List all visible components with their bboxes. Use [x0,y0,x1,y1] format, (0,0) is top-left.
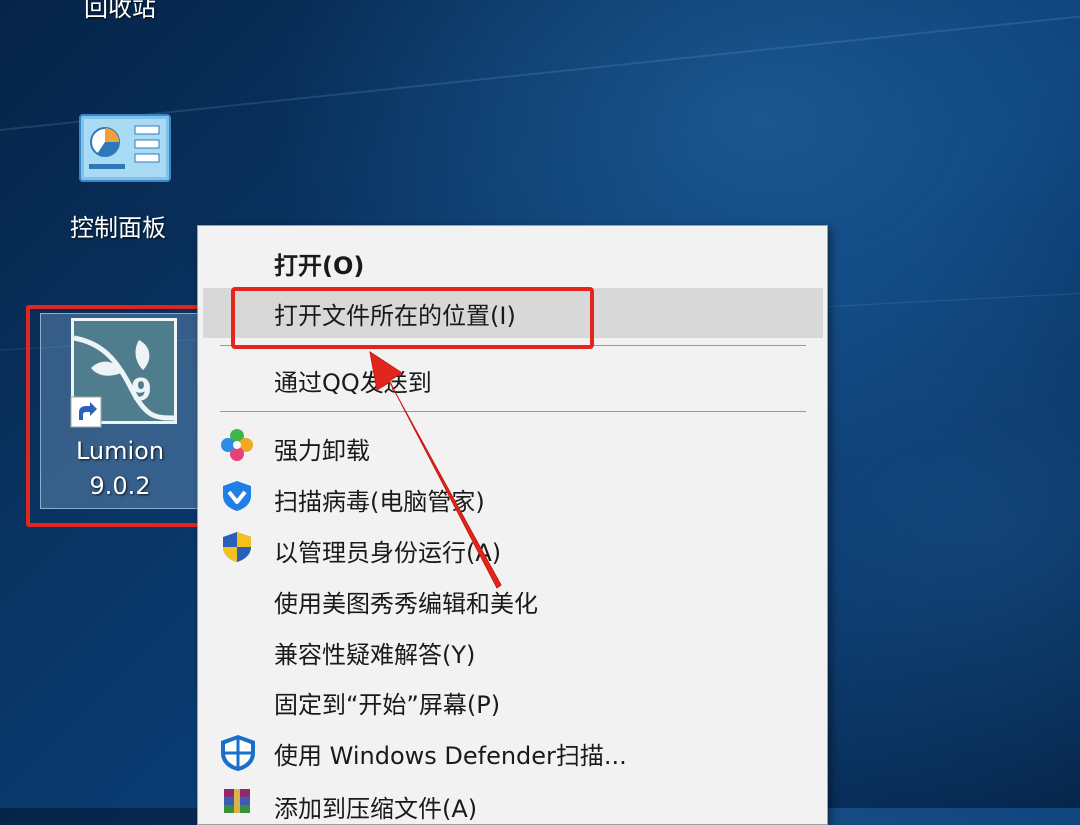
menu-item-compatibility[interactable]: 兼容性疑难解答(Y) [274,635,475,670]
annotation-box-lumion [26,305,212,527]
menu-item-send-via-qq[interactable]: 通过QQ发送到 [274,363,432,398]
defender-shield-icon [221,735,255,771]
recycle-bin-label[interactable]: 回收站 [84,0,156,23]
tencent-shield-icon [223,481,251,511]
menu-item-defender-scan[interactable]: 使用 Windows Defender扫描... [274,736,627,771]
menu-item-open[interactable]: 打开(O) [274,246,364,281]
menu-item-run-as-admin[interactable]: 以管理员身份运行(A) [274,533,501,568]
control-panel-label[interactable]: 控制面板 [70,208,166,243]
control-panel-icon[interactable] [79,114,171,182]
menu-item-scan-virus[interactable]: 扫描病毒(电脑管家) [274,482,485,517]
menu-item-pin-to-start[interactable]: 固定到“开始”屏幕(P) [274,685,500,720]
menu-separator [220,411,806,412]
menu-item-force-uninstall[interactable]: 强力卸载 [274,431,370,466]
colorful-flower-icon [221,429,253,461]
winrar-archive-icon [224,789,250,813]
menu-item-meitu-edit[interactable]: 使用美图秀秀编辑和美化 [274,584,538,619]
menu-item-add-to-archive[interactable]: 添加到压缩文件(A) [274,789,477,824]
uac-shield-icon [223,532,251,562]
annotation-box-open-location [231,287,594,349]
